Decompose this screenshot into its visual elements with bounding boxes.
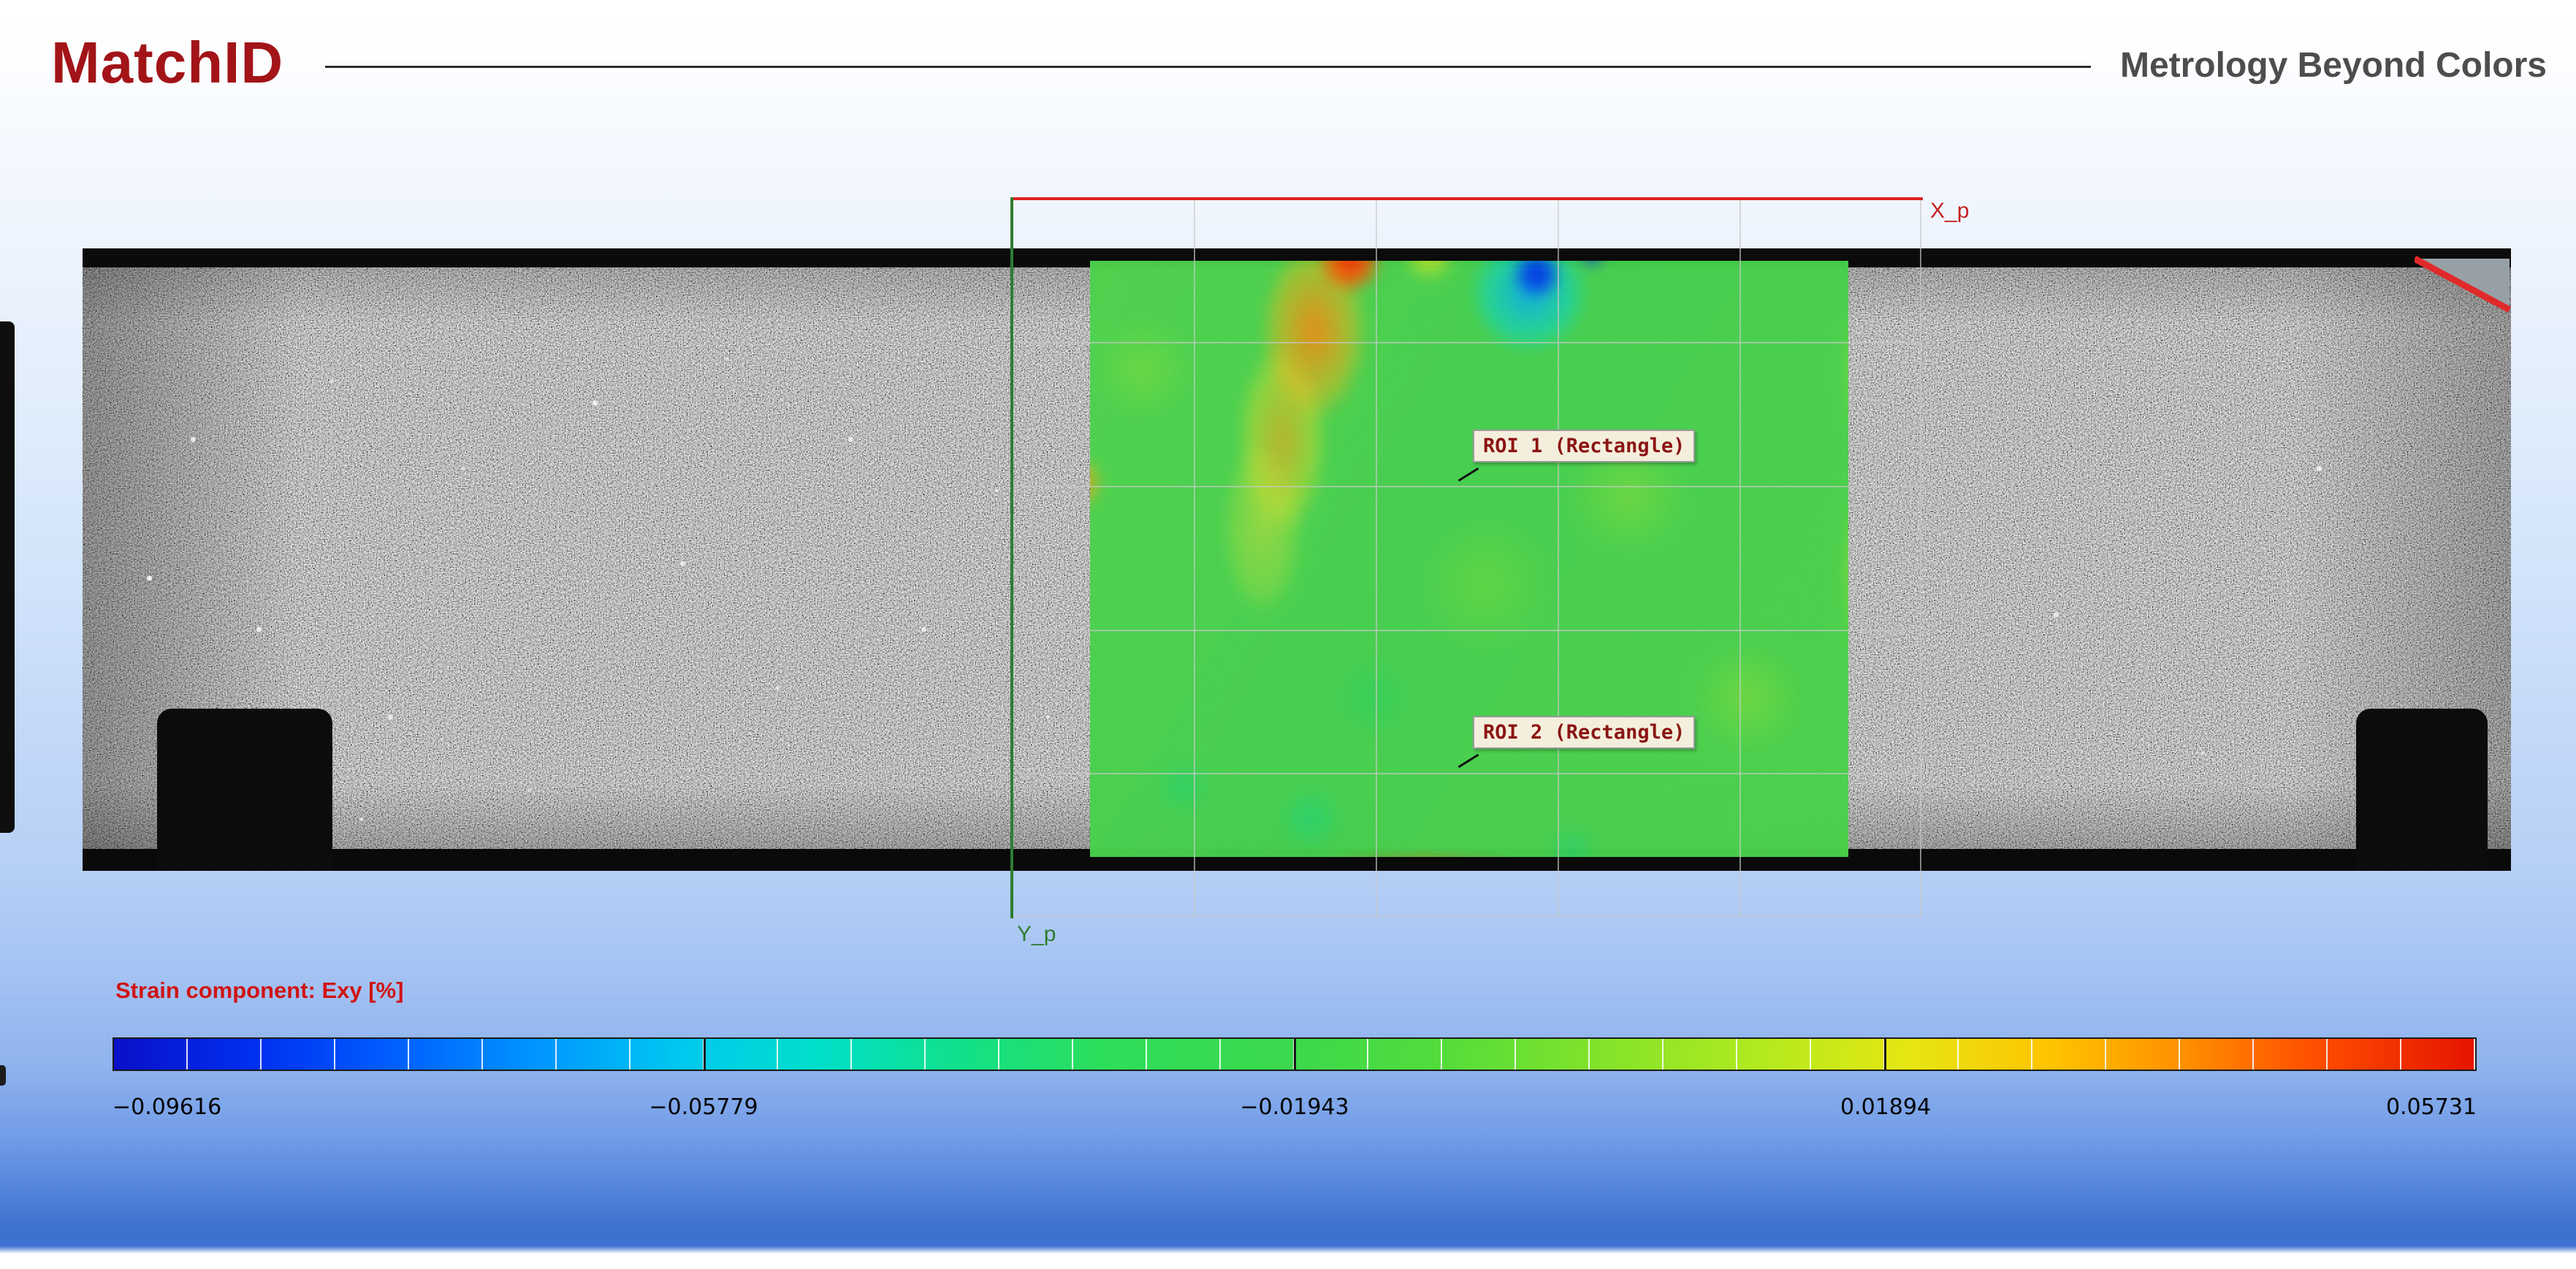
grid-line-horizontal [1012, 486, 1921, 487]
x-axis-line [1012, 197, 1923, 200]
clipped-edge-glyph [0, 1065, 6, 1086]
y-axis-label: Y_p [1017, 922, 1056, 946]
colorbar-tick-line [1884, 1039, 1886, 1070]
matchid-report-page: MatchID Metrology Beyond Colors X_p Y_p … [0, 0, 2576, 1269]
colorbar [113, 1037, 2477, 1071]
colorbar-tick-label: 0.01894 [1840, 1094, 1932, 1120]
grid-line-horizontal [1012, 773, 1921, 774]
roi-2-label[interactable]: ROI 2 (Rectangle) [1473, 716, 1696, 749]
grid-line-horizontal [1012, 915, 1921, 917]
colorbar-tick-label: −0.09616 [113, 1094, 222, 1120]
grid-line-vertical [1920, 199, 1921, 917]
grid-line-vertical [1376, 199, 1377, 917]
roi-1-label[interactable]: ROI 1 (Rectangle) [1473, 430, 1696, 462]
coordinate-grid [1012, 199, 1921, 917]
left-support-roller [157, 709, 332, 871]
x-axis-label: X_p [1930, 199, 1970, 223]
speckle-highlights [83, 248, 85, 251]
grid-line-vertical [1739, 199, 1741, 917]
grid-line-vertical [1194, 199, 1195, 917]
roi-1-label-text: ROI 1 (Rectangle) [1483, 435, 1685, 457]
colorbar-tick-label: −0.05779 [649, 1094, 758, 1120]
grid-line-vertical [1558, 199, 1559, 917]
y-axis-line [1010, 197, 1013, 918]
colorbar-tick-line [704, 1039, 706, 1070]
grid-line-horizontal [1012, 342, 1921, 343]
header-divider-line [325, 66, 2091, 68]
roi-2-label-text: ROI 2 (Rectangle) [1483, 721, 1685, 744]
specimen-edge-fragment [0, 321, 15, 833]
right-support-roller [2356, 709, 2488, 871]
colorbar-tick-line [1294, 1039, 1296, 1070]
corner-wedge-marker [2415, 256, 2511, 313]
grid-line-horizontal [1012, 630, 1921, 631]
strain-component-title: Strain component: Exy [%] [115, 978, 404, 1003]
colorbar-tick-label: 0.05731 [2385, 1094, 2477, 1120]
colorbar-tick-label: −0.01943 [1240, 1094, 1349, 1120]
header-tagline: Metrology Beyond Colors [2119, 46, 2547, 85]
matchid-logo: MatchID [51, 30, 284, 95]
